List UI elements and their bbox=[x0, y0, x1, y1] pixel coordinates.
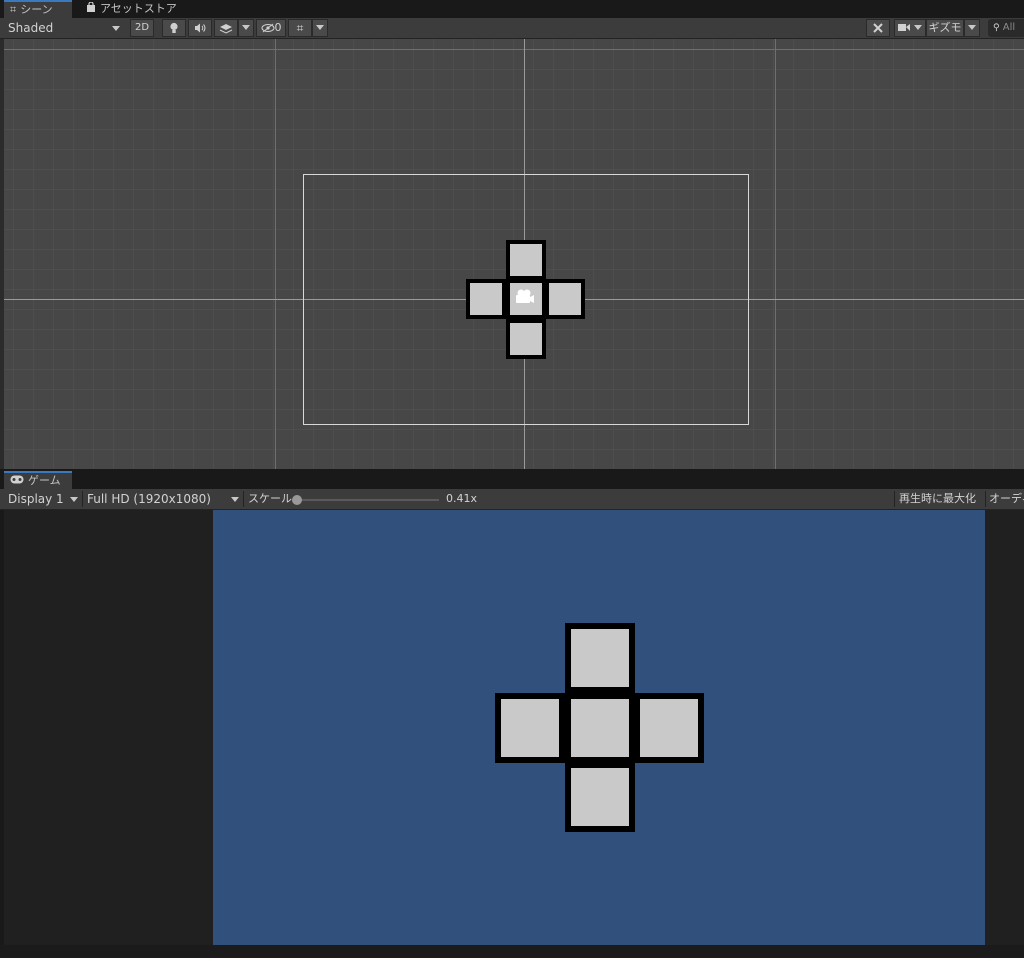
toolbar-separator bbox=[985, 491, 986, 507]
scale-label: スケール bbox=[248, 492, 292, 505]
mode-2d-label: 2D bbox=[134, 22, 150, 33]
lightbulb-icon bbox=[170, 22, 178, 33]
gizmos-label: ギズモ bbox=[928, 21, 962, 34]
hidden-objects-button[interactable]: 0 bbox=[256, 19, 286, 37]
tile-right bbox=[634, 693, 704, 763]
tile-bottom[interactable] bbox=[506, 319, 546, 359]
scene-viewport[interactable] bbox=[4, 39, 1024, 469]
grid-icon: ⌗ bbox=[10, 3, 17, 16]
toolbar-separator bbox=[243, 491, 244, 507]
chevron-down-icon bbox=[112, 26, 120, 31]
chevron-down-icon bbox=[968, 24, 976, 30]
effects-dropdown-button[interactable] bbox=[238, 19, 254, 37]
toolbar-separator bbox=[82, 491, 83, 507]
tile-right[interactable] bbox=[545, 279, 585, 319]
chevron-down-icon bbox=[913, 24, 922, 30]
tab-game[interactable]: ゲーム bbox=[4, 471, 72, 489]
camera-settings-button[interactable] bbox=[894, 19, 926, 37]
wrench-icon bbox=[873, 23, 883, 33]
status-bar bbox=[0, 945, 1024, 958]
speaker-icon bbox=[195, 23, 206, 33]
tab-asset-store[interactable]: アセットストア bbox=[80, 0, 177, 18]
audio-toggle-button[interactable] bbox=[188, 19, 212, 37]
mode-2d-button[interactable]: 2D bbox=[130, 19, 154, 37]
mute-audio-toggle[interactable]: オーディ bbox=[989, 490, 1024, 508]
video-camera-icon bbox=[898, 23, 911, 31]
toolbar-separator bbox=[894, 491, 895, 507]
chevron-down-icon bbox=[316, 24, 324, 30]
tile-top bbox=[565, 623, 635, 693]
grid-dropdown-button[interactable] bbox=[312, 19, 328, 37]
chevron-down-icon bbox=[231, 497, 239, 502]
display-value: Display 1 bbox=[8, 492, 64, 506]
game-tab-bar: ゲーム bbox=[0, 471, 1024, 489]
game-canvas[interactable] bbox=[213, 510, 985, 945]
eye-slash-icon bbox=[261, 23, 274, 33]
grid-line bbox=[775, 39, 776, 469]
shopping-bag-icon bbox=[86, 0, 96, 18]
display-dropdown[interactable]: Display 1 bbox=[8, 490, 80, 508]
resolution-dropdown[interactable]: Full HD (1920x1080) bbox=[87, 490, 241, 508]
tile-top[interactable] bbox=[506, 240, 546, 280]
scene-toolbar: Shaded 2D 0 ⌗ ギズモ ⚲ All bbox=[0, 18, 1024, 39]
layers-icon bbox=[219, 24, 233, 34]
chevron-down-icon bbox=[242, 24, 250, 30]
tab-asset-store-label: アセットストア bbox=[100, 2, 177, 15]
tools-button[interactable] bbox=[866, 19, 890, 37]
shading-mode-value: Shaded bbox=[8, 21, 54, 35]
gamepad-icon bbox=[10, 473, 24, 488]
hidden-count: 0 bbox=[274, 21, 282, 34]
scene-search-placeholder: All bbox=[1002, 22, 1016, 33]
scale-value: 0.41x bbox=[446, 492, 478, 505]
camera-gizmo-icon[interactable] bbox=[513, 289, 535, 305]
tile-center bbox=[565, 693, 635, 763]
grid-line bbox=[275, 39, 276, 469]
tile-left[interactable] bbox=[466, 279, 506, 319]
scale-slider-track[interactable] bbox=[297, 499, 439, 501]
chevron-down-icon bbox=[70, 497, 78, 502]
scale-slider-thumb[interactable] bbox=[292, 495, 302, 505]
lighting-toggle-button[interactable] bbox=[162, 19, 186, 37]
grid-snap-icon: ⌗ bbox=[296, 21, 304, 35]
tile-left bbox=[495, 693, 565, 763]
game-toolbar: Display 1 Full HD (1920x1080) スケール 0.41x… bbox=[0, 489, 1024, 510]
grid-line bbox=[4, 49, 1024, 50]
shading-mode-dropdown[interactable]: Shaded bbox=[8, 19, 124, 37]
tab-game-label: ゲーム bbox=[28, 474, 61, 487]
tab-scene-label: シーン bbox=[20, 3, 53, 16]
effects-toggle-button[interactable] bbox=[214, 19, 238, 37]
maximize-on-play-toggle[interactable]: 再生時に最大化 bbox=[899, 490, 983, 508]
scene-search-input[interactable]: ⚲ All bbox=[988, 19, 1024, 37]
scene-tab-bar: ⌗ シーン アセットストア bbox=[0, 0, 1024, 18]
gizmos-button[interactable]: ギズモ bbox=[926, 19, 964, 37]
gizmos-dropdown-button[interactable] bbox=[964, 19, 980, 37]
grid-snap-button[interactable]: ⌗ bbox=[288, 19, 312, 37]
resolution-value: Full HD (1920x1080) bbox=[87, 492, 211, 506]
tab-scene[interactable]: ⌗ シーン bbox=[4, 0, 72, 18]
search-icon: ⚲ bbox=[993, 23, 1000, 33]
tile-bottom bbox=[565, 762, 635, 832]
